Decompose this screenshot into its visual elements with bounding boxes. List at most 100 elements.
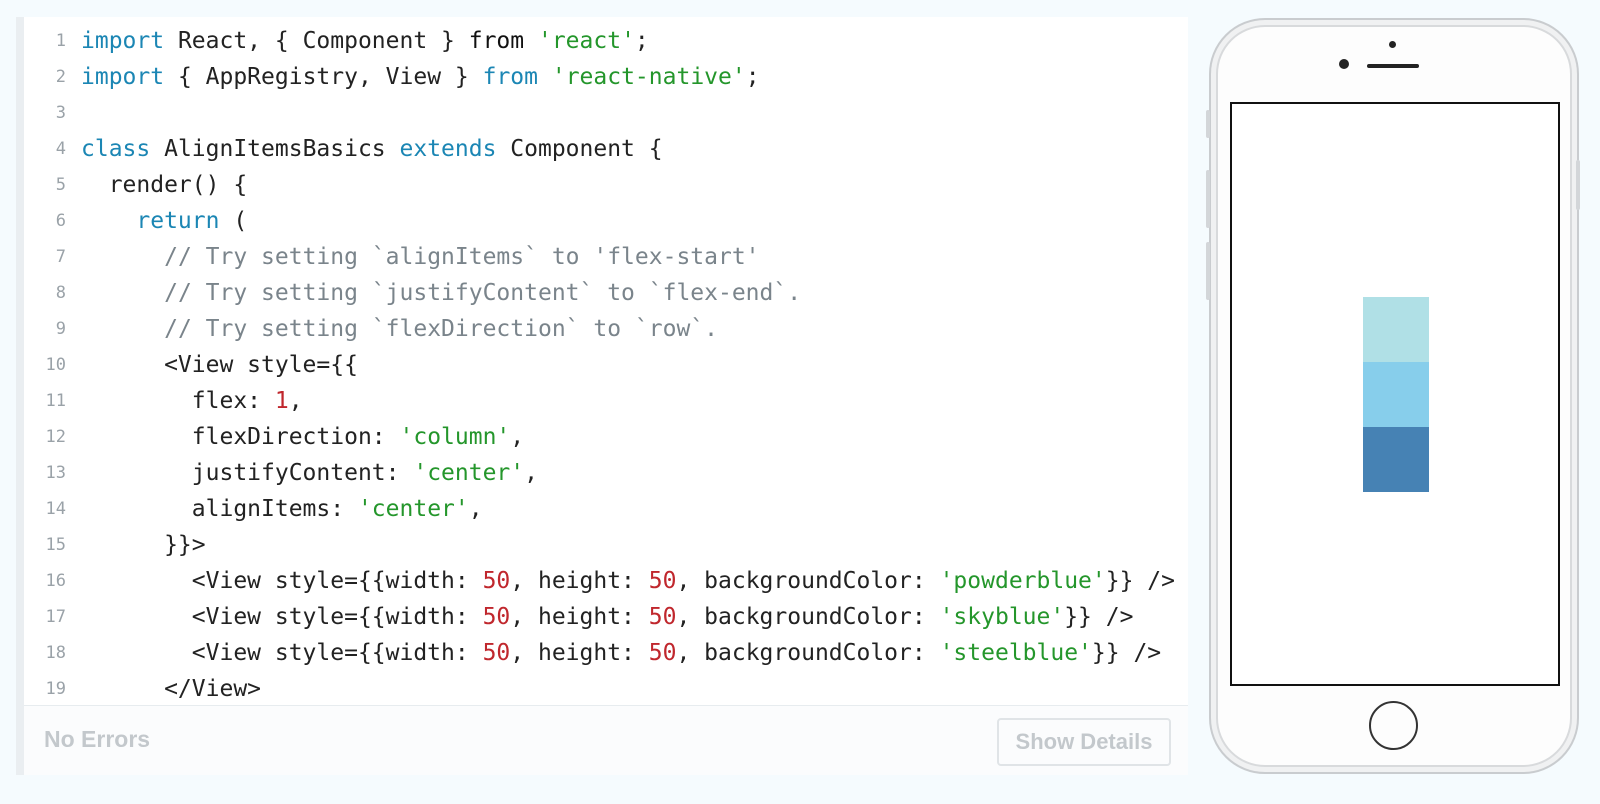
code-token: 50 xyxy=(648,640,677,666)
phone-simulator xyxy=(1209,18,1579,774)
code-text: <View style={{ xyxy=(81,347,358,383)
front-camera xyxy=(1339,59,1349,69)
code-token: }} /> xyxy=(1105,568,1175,594)
code-text: }}> xyxy=(81,527,206,563)
show-details-button[interactable]: Show Details xyxy=(997,718,1171,766)
code-token: // Try setting `justifyContent` to `flex… xyxy=(164,280,802,306)
code-token: <View style={{width: xyxy=(81,568,483,594)
code-token: 'steelblue' xyxy=(939,640,1092,666)
code-token: AlignItemsBasics xyxy=(150,136,400,162)
code-token: // Try setting `flexDirection` to `row`. xyxy=(164,316,718,342)
code-token: ; xyxy=(634,28,649,54)
line-number: 4 xyxy=(55,139,66,159)
code-token: flexDirection: xyxy=(81,424,400,450)
code-token: 'center' xyxy=(413,460,525,486)
code-editor-panel: 1 import React, { Component } from 'react… xyxy=(16,17,1188,775)
code-token: , xyxy=(468,496,483,522)
code-token: 50 xyxy=(482,604,511,630)
code-token: flex: xyxy=(81,388,275,414)
code-token: , backgroundColor: xyxy=(676,604,940,630)
code-token: 'column' xyxy=(399,424,511,450)
box-skyblue xyxy=(1363,361,1429,427)
code-text: import { AppRegistry, View } from 'react… xyxy=(81,59,760,95)
code-token: , height: xyxy=(510,568,649,594)
line-number: 17 xyxy=(45,607,66,627)
line-number: 6 xyxy=(55,211,66,231)
code-token: 'powderblue' xyxy=(939,568,1106,594)
code-token: , xyxy=(510,424,525,450)
code-token: class xyxy=(81,136,151,162)
line-number: 13 xyxy=(45,463,66,483)
code-token: render() { xyxy=(81,172,248,198)
volume-up-button xyxy=(1206,170,1210,228)
code-token: 50 xyxy=(482,568,511,594)
box-steelblue xyxy=(1363,426,1429,492)
code-token: , backgroundColor: xyxy=(676,568,940,594)
code-token: 'react-native' xyxy=(551,64,746,90)
power-button xyxy=(1576,160,1580,210)
code-token: , xyxy=(288,388,303,414)
code-token: return xyxy=(136,208,220,234)
code-token: from xyxy=(482,64,538,90)
code-token: justifyContent: xyxy=(81,460,414,486)
code-token: , height: xyxy=(510,640,649,666)
status-bar: No Errors Show Details xyxy=(24,705,1188,775)
line-number: 9 xyxy=(55,319,66,339)
code-text: flex: 1, xyxy=(81,383,303,419)
code-token: alignItems: xyxy=(81,496,358,522)
code-token: , height: xyxy=(510,604,649,630)
code-token: 50 xyxy=(648,568,677,594)
code-token: , xyxy=(524,460,538,486)
line-number: 18 xyxy=(45,643,66,663)
code-token: import xyxy=(81,64,165,90)
code-token: }} /> xyxy=(1064,604,1134,630)
code-text: import React, { Component } from 'react'… xyxy=(81,23,649,59)
code-text: justifyContent: 'center', xyxy=(81,455,538,491)
code-text: <View style={{width: 50, height: 50, bac… xyxy=(81,563,1175,599)
code-token: }}> xyxy=(81,532,206,558)
phone-screen xyxy=(1230,102,1560,686)
line-number: 19 xyxy=(45,679,66,699)
volume-down-button xyxy=(1206,242,1210,300)
code-token: Component { xyxy=(496,136,663,162)
code-text: flexDirection: 'column', xyxy=(81,419,524,455)
line-number: 2 xyxy=(55,67,66,87)
code-token: ; xyxy=(745,64,760,90)
code-token: }} /> xyxy=(1091,640,1162,666)
front-sensor xyxy=(1389,41,1396,48)
code-token: 'center' xyxy=(357,496,469,522)
mute-switch xyxy=(1206,110,1210,138)
earpiece-speaker xyxy=(1367,64,1419,68)
code-text: // Try setting `justifyContent` to `flex… xyxy=(81,275,801,311)
code-token: </View> xyxy=(81,676,262,702)
line-number: 8 xyxy=(55,283,66,303)
code-token: // Try setting `alignItems` to 'flex-sta… xyxy=(164,244,760,270)
line-number: 5 xyxy=(55,175,66,195)
code-token: from xyxy=(468,28,525,54)
line-number: 3 xyxy=(55,103,66,123)
code-token: <View style={{width: xyxy=(81,640,483,666)
code-token: 50 xyxy=(648,604,677,630)
code-token: , backgroundColor: xyxy=(676,640,940,666)
code-token: <View style={{ xyxy=(81,352,358,378)
line-number: 12 xyxy=(45,427,66,447)
error-status: No Errors xyxy=(44,726,151,752)
code-token: extends xyxy=(399,136,497,162)
home-button[interactable] xyxy=(1369,701,1418,750)
code-token: React, { Component } xyxy=(164,28,469,54)
box-powderblue xyxy=(1363,296,1429,362)
line-number: 7 xyxy=(55,247,66,267)
code-text: // Try setting `alignItems` to 'flex-sta… xyxy=(81,239,760,275)
code-text: // Try setting `flexDirection` to `row`. xyxy=(81,311,718,347)
code-token: 'skyblue' xyxy=(939,604,1065,630)
code-editor[interactable]: 1 import React, { Component } from 'react… xyxy=(24,17,1188,705)
code-token: 'react' xyxy=(537,28,635,54)
code-token: { AppRegistry, View } xyxy=(164,64,483,90)
code-text: <View style={{width: 50, height: 50, bac… xyxy=(81,599,1134,635)
code-token: <View style={{width: xyxy=(81,604,483,630)
